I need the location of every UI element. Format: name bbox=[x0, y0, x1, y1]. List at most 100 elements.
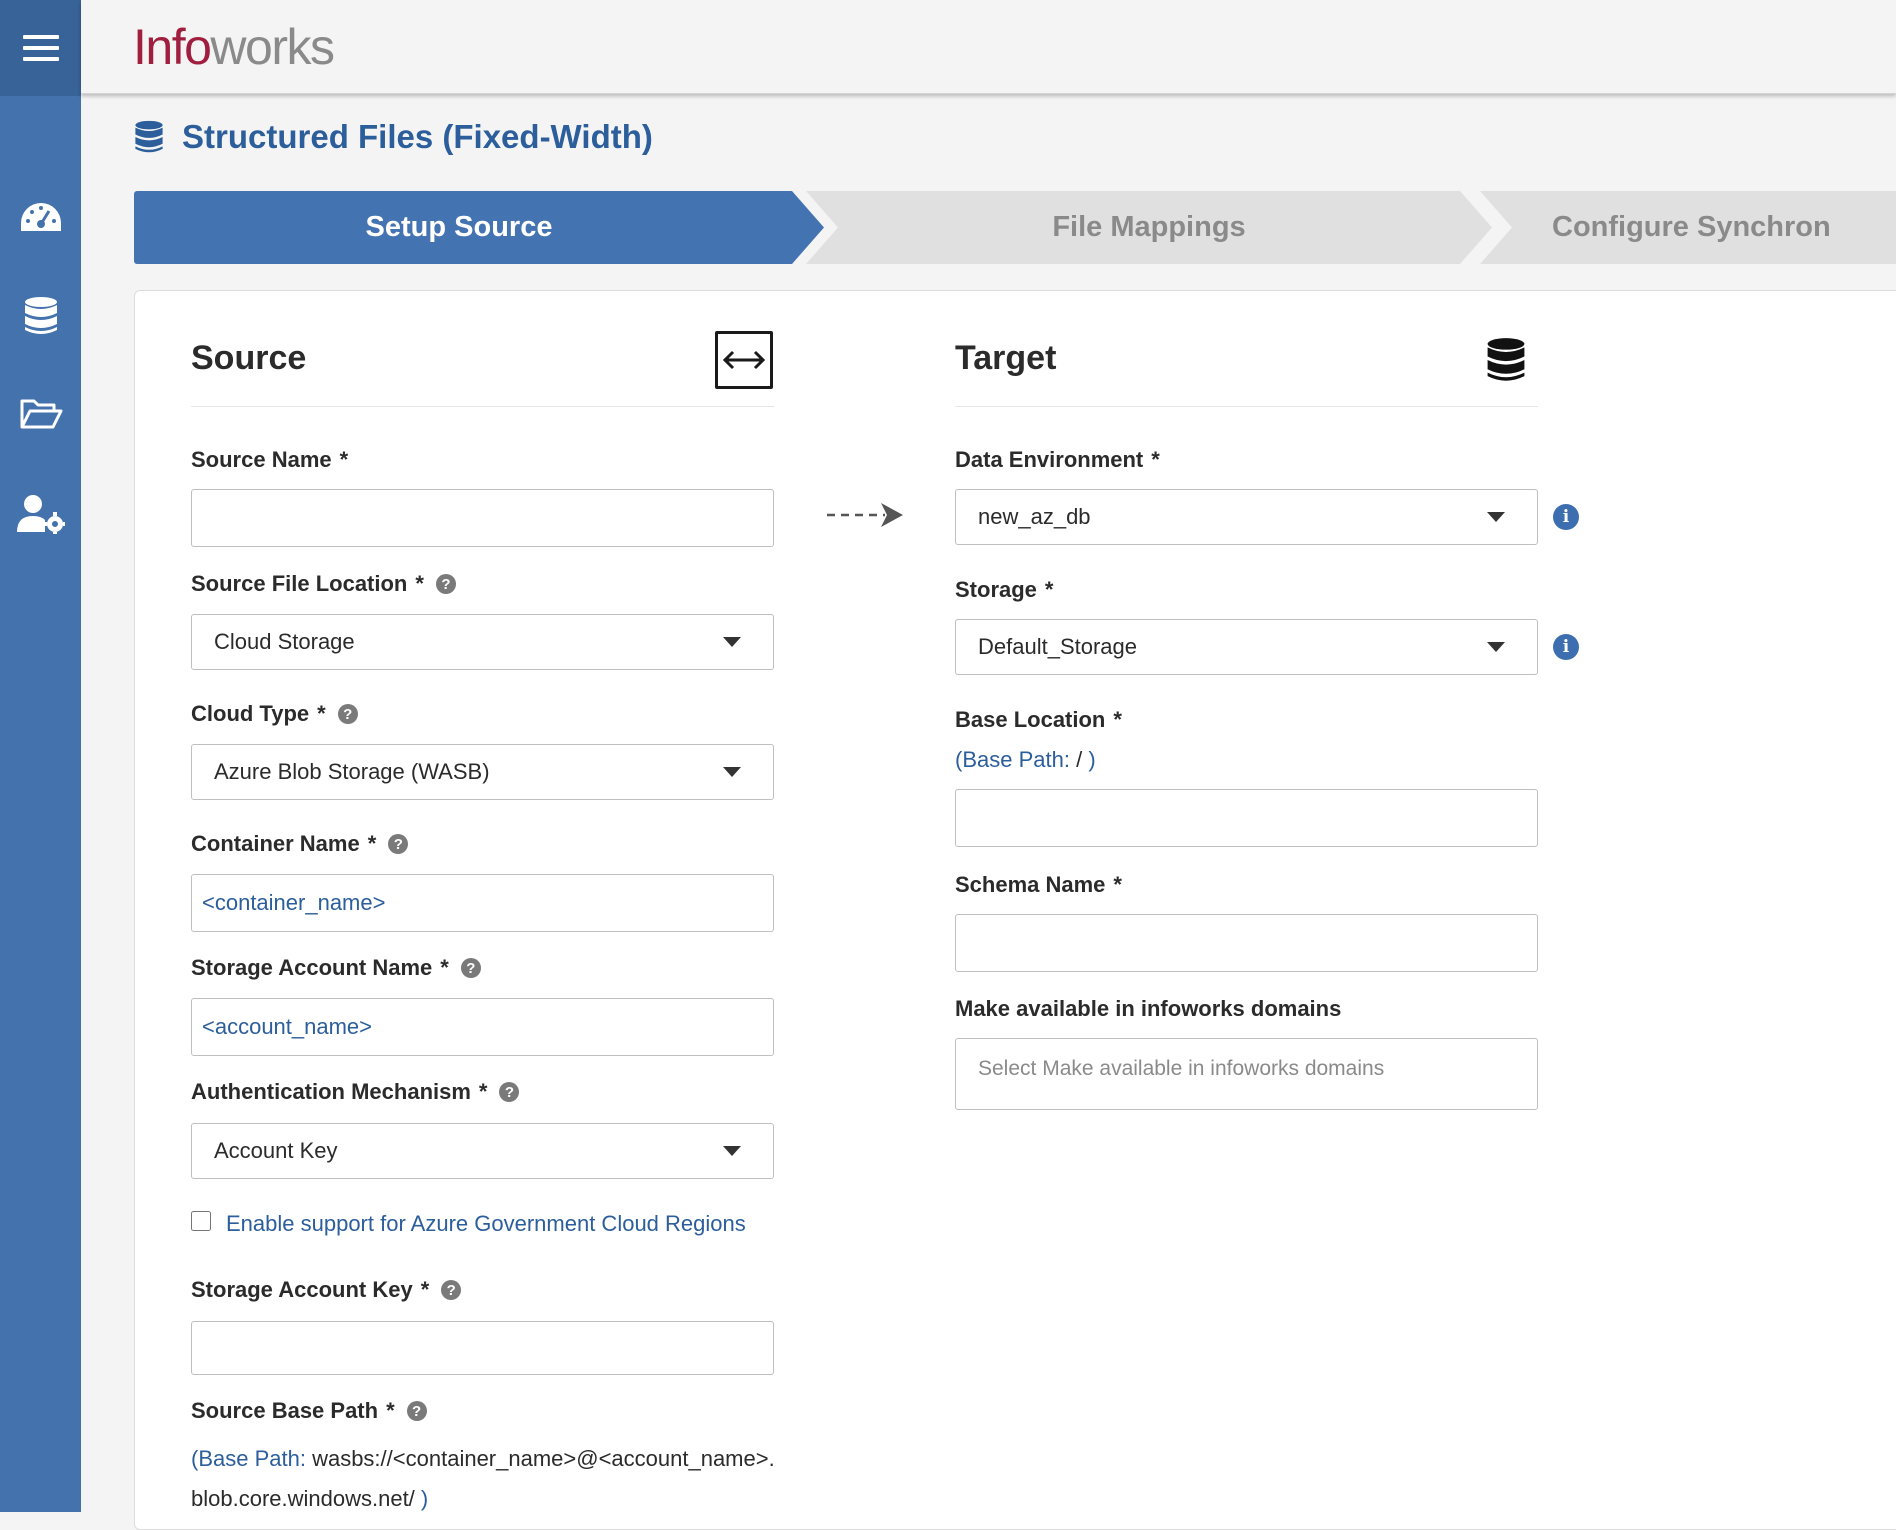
sidebar-item-domains[interactable] bbox=[0, 384, 81, 444]
domains-multiselect[interactable]: Select Make available in infoworks domai… bbox=[955, 1038, 1538, 1110]
storage-account-name-label: Storage Account Name *? bbox=[191, 955, 481, 981]
required-mark: * bbox=[415, 571, 424, 596]
required-mark: * bbox=[386, 1398, 395, 1423]
domains-label: Make available in infoworks domains bbox=[955, 996, 1341, 1022]
hint-suffix: ) bbox=[1082, 747, 1096, 772]
top-header: Infoworks bbox=[81, 0, 1896, 94]
logo-part-works: works bbox=[210, 19, 335, 75]
cloud-type-select[interactable]: Azure Blob Storage (WASB) bbox=[191, 744, 774, 800]
sidebar-item-admin[interactable] bbox=[0, 484, 81, 544]
selected-value: Default_Storage bbox=[978, 634, 1137, 659]
storage-account-key-input[interactable] bbox=[191, 1321, 774, 1375]
chevron-down-icon bbox=[723, 767, 741, 777]
chevron-down-icon bbox=[723, 1146, 741, 1156]
gov-cloud-checkbox[interactable] bbox=[191, 1211, 211, 1231]
required-mark: * bbox=[478, 1079, 488, 1104]
info-icon[interactable]: i bbox=[1553, 634, 1579, 660]
data-environment-label: Data Environment * bbox=[955, 447, 1160, 473]
storage-account-name-input[interactable] bbox=[191, 998, 774, 1056]
chevron-down-icon bbox=[723, 637, 741, 647]
source-section-title: Source bbox=[191, 339, 307, 377]
source-file-location-label: Source File Location *? bbox=[191, 571, 456, 597]
label-text: Storage Account Name bbox=[191, 955, 433, 980]
authentication-mechanism-select[interactable]: Account Key bbox=[191, 1123, 774, 1179]
domains-placeholder: Select Make available in infoworks domai… bbox=[978, 1057, 1385, 1080]
selected-value: Account Key bbox=[214, 1138, 338, 1163]
step-configure-synchronization[interactable]: Configure Synchron bbox=[1480, 191, 1896, 264]
cloud-type-label: Cloud Type *? bbox=[191, 701, 358, 727]
source-base-path-hint: (Base Path: wasbs://<container_name>@<ac… bbox=[191, 1439, 791, 1519]
source-file-location-select[interactable]: Cloud Storage bbox=[191, 614, 774, 670]
gov-cloud-label[interactable]: Enable support for Azure Government Clou… bbox=[226, 1211, 746, 1237]
page-header: Structured Files (Fixed-Width) bbox=[134, 118, 653, 156]
base-path-suffix: ) bbox=[414, 1486, 429, 1511]
data-environment-select[interactable]: new_az_db bbox=[955, 489, 1538, 545]
label-text: Source Name bbox=[191, 447, 332, 472]
storage-label: Storage * bbox=[955, 577, 1053, 603]
storage-account-key-label: Storage Account Key *? bbox=[191, 1277, 462, 1303]
chevron-down-icon bbox=[1487, 642, 1505, 652]
required-mark: * bbox=[1113, 707, 1122, 732]
folder-open-icon bbox=[20, 399, 62, 429]
step-setup-source[interactable]: Setup Source bbox=[134, 191, 824, 264]
base-path-prefix: (Base Path: bbox=[191, 1446, 313, 1471]
label-text: Make available in infoworks domains bbox=[955, 996, 1342, 1021]
schema-name-input[interactable] bbox=[955, 914, 1538, 972]
target-section-title: Target bbox=[955, 339, 1057, 377]
setup-source-card: Source Source Name * Source File Location… bbox=[134, 290, 1896, 1530]
required-mark: * bbox=[367, 831, 377, 856]
label-text: Storage Account Key bbox=[191, 1277, 413, 1302]
label-text: Source File Location bbox=[191, 571, 408, 596]
info-icon[interactable]: i bbox=[1553, 504, 1579, 530]
container-name-input[interactable] bbox=[191, 874, 774, 932]
help-icon[interactable]: ? bbox=[435, 574, 456, 594]
required-mark: * bbox=[440, 955, 449, 980]
label-text: Storage bbox=[955, 577, 1037, 602]
storage-select[interactable]: Default_Storage bbox=[955, 619, 1538, 675]
base-location-input[interactable] bbox=[955, 789, 1538, 847]
source-divider bbox=[191, 406, 774, 407]
selected-value: new_az_db bbox=[978, 504, 1091, 529]
help-icon[interactable]: ? bbox=[441, 1280, 462, 1300]
help-icon[interactable]: ? bbox=[460, 958, 481, 978]
label-text: Data Environment bbox=[955, 447, 1144, 472]
user-gear-icon bbox=[16, 495, 65, 534]
source-base-path-label: Source Base Path *? bbox=[191, 1398, 427, 1424]
selected-value: Cloud Storage bbox=[214, 629, 355, 654]
required-mark: * bbox=[1044, 577, 1054, 602]
required-mark: * bbox=[420, 1277, 430, 1302]
dashed-arrow-icon bbox=[827, 503, 903, 527]
step-file-mappings[interactable]: File Mappings bbox=[806, 191, 1492, 264]
step-label: File Mappings bbox=[1052, 211, 1246, 243]
logo-part-info: Info bbox=[133, 19, 212, 75]
help-icon[interactable]: ? bbox=[388, 834, 409, 854]
step-label: Setup Source bbox=[365, 211, 553, 243]
required-mark: * bbox=[317, 701, 326, 726]
fixed-width-icon bbox=[715, 331, 773, 389]
wizard-stepper: Setup Source File Mappings Configure Syn… bbox=[134, 191, 1896, 264]
infoworks-logo[interactable]: Infoworks bbox=[133, 18, 335, 76]
required-mark: * bbox=[1113, 872, 1122, 897]
source-name-input[interactable] bbox=[191, 489, 774, 547]
schema-name-label: Schema Name * bbox=[955, 872, 1122, 898]
help-icon[interactable]: ? bbox=[337, 704, 358, 724]
container-name-label: Container Name *? bbox=[191, 831, 409, 857]
help-icon[interactable]: ? bbox=[406, 1401, 427, 1421]
help-icon[interactable]: ? bbox=[499, 1082, 520, 1102]
label-text: Schema Name bbox=[955, 872, 1106, 897]
base-path-line2: blob.core.windows.net/ bbox=[191, 1486, 415, 1511]
database-icon bbox=[1487, 338, 1525, 381]
authentication-mechanism-label: Authentication Mechanism *? bbox=[191, 1079, 520, 1105]
chevron-down-icon bbox=[1487, 512, 1505, 522]
menu-toggle-button[interactable] bbox=[0, 0, 81, 96]
sidebar-item-sources[interactable] bbox=[0, 286, 81, 346]
label-text: Cloud Type bbox=[191, 701, 310, 726]
required-mark: * bbox=[339, 447, 349, 472]
database-icon bbox=[24, 297, 57, 334]
sidebar bbox=[0, 0, 81, 1512]
page-title: Structured Files (Fixed-Width) bbox=[182, 118, 653, 155]
label-text: Base Location bbox=[955, 707, 1106, 732]
sidebar-item-dashboard[interactable] bbox=[0, 188, 81, 248]
gauge-icon bbox=[20, 203, 61, 231]
hint-prefix: (Base Path: bbox=[955, 747, 1077, 772]
